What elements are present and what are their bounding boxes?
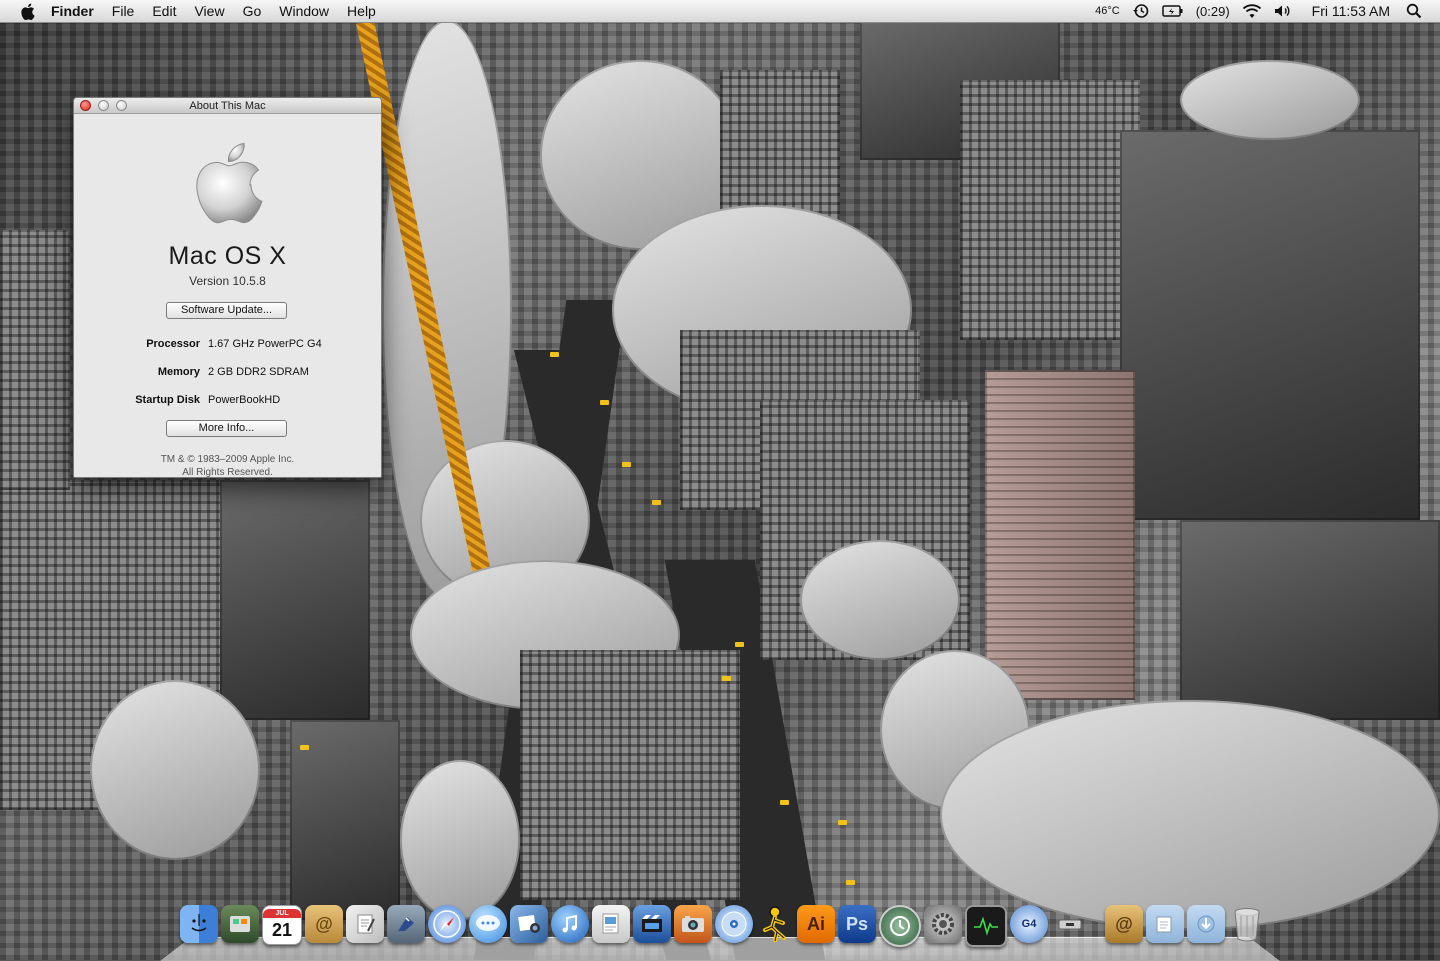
imovie-icon[interactable] (633, 905, 671, 943)
apple-menu-icon[interactable] (14, 0, 42, 22)
address-book-icon[interactable]: @ (305, 905, 343, 943)
taxi (722, 676, 731, 681)
downloads-folder-icon[interactable] (1187, 905, 1225, 943)
taxi (600, 400, 609, 405)
building (960, 80, 1140, 340)
ical-icon[interactable]: JUL 21 (262, 905, 302, 945)
trash-icon[interactable] (1228, 905, 1266, 943)
dock: JUL 21 @ Ai Ps G4 @ (180, 905, 1266, 949)
dvd-player-icon[interactable] (715, 905, 753, 943)
safari-compass-icon[interactable] (428, 905, 466, 943)
memory-value: 2 GB DDR2 SDRAM (208, 366, 309, 378)
os-version: Version 10.5.8 (189, 274, 266, 288)
startup-disk-value: PowerBookHD (208, 394, 281, 406)
iphoto-icon[interactable] (510, 905, 548, 943)
menu-help[interactable]: Help (338, 0, 385, 22)
rights-line: All Rights Reserved. (182, 467, 273, 478)
window-controls (80, 100, 127, 111)
calendar-day: 21 (271, 919, 293, 940)
building (1180, 520, 1440, 720)
taxi (652, 500, 661, 505)
building (1180, 60, 1360, 140)
taxi (780, 800, 789, 805)
photo-booth-icon[interactable] (674, 905, 712, 943)
illustrator-icon[interactable]: Ai (797, 905, 835, 943)
drive-icon[interactable] (1051, 905, 1089, 943)
taxi (300, 745, 309, 750)
building (220, 480, 370, 720)
taxi (735, 642, 744, 647)
system-preferences-gear-icon[interactable] (924, 905, 962, 943)
os-name: Mac OS X (168, 242, 287, 270)
menu-file[interactable]: File (103, 0, 144, 22)
building (940, 700, 1440, 930)
building (290, 720, 400, 920)
about-this-mac-window: About This Mac Mac OS X Version 10.5.8 S… (73, 97, 382, 478)
wifi-icon[interactable] (1236, 3, 1268, 19)
processor-row: Processor 1.67 GHz PowerPC G4 (74, 338, 381, 354)
g4-globe-icon[interactable]: G4 (1010, 905, 1048, 943)
finder-icon[interactable] (180, 905, 218, 943)
building (400, 760, 520, 920)
menu-clock[interactable]: Fri 11:53 AM (1298, 3, 1400, 19)
battery-icon[interactable] (1156, 4, 1190, 18)
menu-app-finder[interactable]: Finder (42, 0, 103, 22)
processor-value: 1.67 GHz PowerPC G4 (208, 338, 322, 350)
menu-extras: 46°C (0:29) Fri 11:53 AM (1089, 0, 1440, 22)
aim-running-man-icon[interactable] (756, 905, 794, 943)
textedit-icon[interactable] (346, 905, 384, 943)
window-titlebar[interactable]: About This Mac (74, 98, 381, 114)
mail-stamp-icon[interactable] (387, 905, 425, 943)
taxi (838, 820, 847, 825)
software-update-button[interactable]: Software Update... (166, 302, 287, 319)
dock-separator (1092, 905, 1102, 949)
startup-disk-row: Startup Disk PowerBookHD (74, 394, 381, 410)
battery-time[interactable]: (0:29) (1190, 4, 1236, 19)
building (1120, 130, 1420, 520)
building (90, 680, 260, 860)
activity-monitor-icon[interactable] (965, 905, 1007, 947)
dashboard-icon[interactable] (221, 905, 259, 943)
menu-bar: Finder File Edit View Go Window Help 46°… (0, 0, 1440, 23)
taxi (550, 352, 559, 357)
time-machine-icon[interactable] (1126, 3, 1156, 19)
photoshop-icon[interactable]: Ps (838, 905, 876, 943)
preview-icon[interactable] (592, 905, 630, 943)
volume-icon[interactable] (1268, 4, 1298, 18)
startup-disk-label: Startup Disk (135, 394, 200, 406)
copyright-line: TM & © 1983–2009 Apple Inc. (160, 454, 295, 465)
processor-label: Processor (146, 338, 200, 350)
time-machine-dock-icon[interactable] (879, 905, 921, 947)
address-book-folder-icon[interactable]: @ (1105, 905, 1143, 943)
ichat-bubble-icon[interactable] (469, 905, 507, 943)
taxi (622, 462, 631, 467)
menu-go[interactable]: Go (234, 0, 271, 22)
close-button[interactable] (80, 100, 91, 111)
taxi (846, 880, 855, 885)
minimize-button[interactable] (98, 100, 109, 111)
calendar-month: JUL (263, 908, 301, 918)
building (800, 540, 960, 660)
apple-logo-icon (192, 140, 264, 224)
temperature-status[interactable]: 46°C (1089, 5, 1126, 17)
menu-window[interactable]: Window (270, 0, 338, 22)
spotlight-search-icon[interactable] (1400, 3, 1428, 19)
building (520, 650, 740, 900)
memory-label: Memory (157, 366, 200, 378)
zoom-button[interactable] (116, 100, 127, 111)
skyscraper-pink (985, 370, 1135, 700)
building (0, 230, 70, 490)
window-title: About This Mac (189, 99, 266, 112)
more-info-button[interactable]: More Info... (166, 420, 287, 437)
memory-row: Memory 2 GB DDR2 SDRAM (74, 366, 381, 382)
menu-edit[interactable]: Edit (143, 0, 185, 22)
menu-view[interactable]: View (185, 0, 233, 22)
documents-folder-icon[interactable] (1146, 905, 1184, 943)
legal-notice: TM & © 1983–2009 Apple Inc. All Rights R… (74, 453, 381, 478)
itunes-icon[interactable] (551, 905, 589, 943)
